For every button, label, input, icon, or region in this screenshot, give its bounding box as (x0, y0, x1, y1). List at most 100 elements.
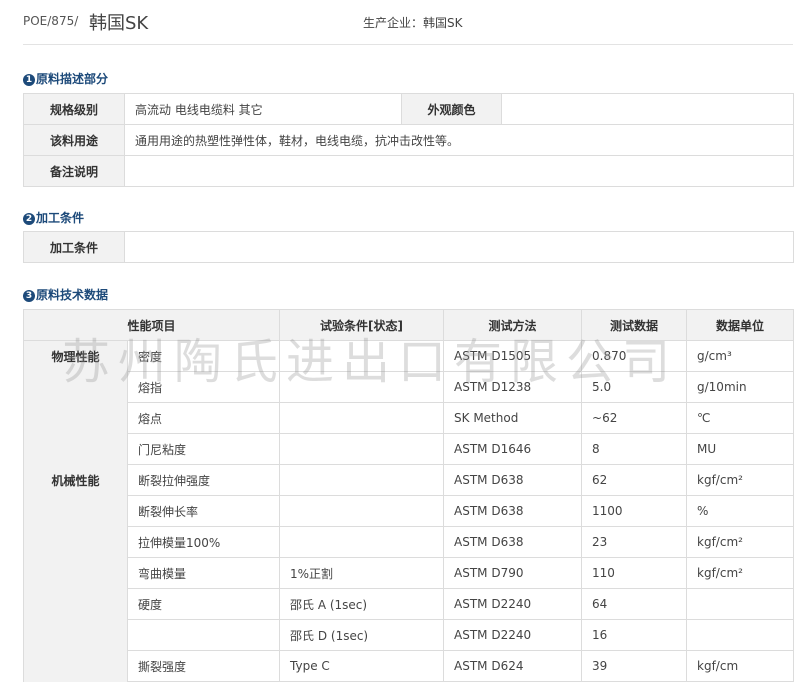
row-item-cell: 撕裂强度 (126, 650, 281, 682)
col-header-item: 性能项目 (22, 309, 281, 341)
row-unit-cell (686, 619, 795, 651)
processing-table: 加工条件 (23, 231, 794, 263)
row-group-cell: 物理性能 (23, 340, 128, 372)
note-value (124, 155, 794, 187)
row-condition-cell (279, 526, 445, 558)
table-row: 断裂伸长率 ASTM D638 1100% (23, 495, 795, 527)
col-header-data: 测试数据 (581, 309, 688, 341)
color-label: 外观颜色 (401, 93, 502, 125)
col-header-unit: 数据单位 (686, 309, 795, 341)
section-title-techdata: 3 原料技术数据 (23, 286, 108, 303)
row-method-cell: ASTM D638 (443, 464, 583, 496)
row-condition-cell (279, 495, 445, 527)
row-condition-cell: 邵氏 A (1sec) (279, 588, 445, 620)
row-item-cell: 门尼粘度 (126, 433, 281, 465)
row-condition-cell: Type C (279, 650, 445, 682)
color-value (501, 93, 794, 125)
row-data-cell: 64 (581, 588, 688, 620)
row-item-cell: 密度 (126, 340, 281, 372)
use-value: 通用用途的热塑性弹性体，鞋材，电线电缆，抗冲击改性等。 (124, 124, 794, 156)
product-code: POE/875/ (23, 14, 79, 28)
row-unit-cell: g/cm³ (686, 340, 795, 372)
row-unit-cell: kgf/cm² (686, 526, 795, 558)
row-unit-cell: g/10min (686, 371, 795, 403)
section-title-processing: 2 加工条件 (23, 209, 84, 226)
row-unit-cell: kgf/cm² (686, 464, 795, 496)
row-unit-cell: kgf/cm² (686, 557, 795, 589)
row-method-cell: ASTM D1646 (443, 433, 583, 465)
page-header: POE/875/ 韩国SK 生产企业：韩国SK (0, 0, 803, 45)
table-row: 硬度 邵氏 A (1sec) ASTM D2240 64 (23, 588, 795, 620)
row-item-cell: 熔指 (126, 371, 281, 403)
table-row: 邵氏 D (1sec) ASTM D2240 16 (23, 619, 795, 651)
row-group-cell (23, 495, 128, 527)
row-method-cell: ASTM D790 (443, 557, 583, 589)
row-group-cell (23, 588, 128, 620)
row-data-cell: 5.0 (581, 371, 688, 403)
table-row: 熔点 SK Method ~62 ℃ (23, 402, 795, 434)
row-unit-cell: % (686, 495, 795, 527)
row-group-cell (23, 371, 128, 403)
table-row: 撕裂强度 Type C ASTM D624 39 kgf/cm (23, 650, 795, 682)
row-condition-cell (279, 433, 445, 465)
row-data-cell: 0.870 (581, 340, 688, 372)
section-number-icon: 3 (23, 290, 35, 302)
row-data-cell: 16 (581, 619, 688, 651)
table-row: 熔指 ASTM D1238 5.0 g/10min (23, 371, 795, 403)
spec-label: 规格级别 (23, 93, 125, 125)
row-data-cell: 39 (581, 650, 688, 682)
row-data-cell: 1100 (581, 495, 688, 527)
table-row: 机械性能 断裂拉伸强度 ASTM D638 62 kgf/cm² (23, 464, 795, 496)
row-group-cell (23, 557, 128, 589)
row-item-cell: 断裂伸长率 (126, 495, 281, 527)
row-method-cell: SK Method (443, 402, 583, 434)
row-condition-cell (279, 371, 445, 403)
use-label: 该料用途 (23, 124, 125, 156)
row-unit-cell: MU (686, 433, 795, 465)
row-unit-cell: kgf/cm (686, 650, 795, 682)
row-item-cell: 拉伸模量100% (126, 526, 281, 558)
row-data-cell: 23 (581, 526, 688, 558)
col-header-condition: 试验条件[状态] (279, 309, 445, 341)
row-method-cell: ASTM D638 (443, 495, 583, 527)
row-method-cell: ASTM D2240 (443, 619, 583, 651)
row-group-cell (23, 650, 128, 682)
row-group-cell (23, 402, 128, 434)
note-label: 备注说明 (23, 155, 125, 187)
row-group-cell (23, 619, 128, 651)
section-title-text: 加工条件 (36, 211, 85, 225)
row-method-cell: ASTM D624 (443, 650, 583, 682)
section-number-icon: 2 (23, 213, 35, 225)
row-unit-cell (686, 588, 795, 620)
row-item-cell: 断裂拉伸强度 (126, 464, 281, 496)
row-data-cell: ~62 (581, 402, 688, 434)
table-row: 物理性能 密度 ASTM D1505 0.870 g/cm³ (23, 340, 795, 372)
processing-label: 加工条件 (23, 231, 125, 263)
row-condition-cell (279, 464, 445, 496)
producer-label: 生产企业：韩国SK (363, 16, 463, 30)
row-data-cell: 8 (581, 433, 688, 465)
row-group-cell (23, 433, 128, 465)
row-method-cell: ASTM D638 (443, 526, 583, 558)
processing-value (124, 231, 794, 263)
row-item-cell (126, 619, 281, 651)
section-number-icon: 1 (23, 74, 35, 86)
spec-value: 高流动 电线电缆料 其它 (124, 93, 402, 125)
table-row: 门尼粘度 ASTM D1646 8 MU (23, 433, 795, 465)
row-condition-cell: 邵氏 D (1sec) (279, 619, 445, 651)
table-row: 拉伸模量100% ASTM D638 23 kgf/cm² (23, 526, 795, 558)
table-row: 弯曲模量 1%正割 ASTM D790 110 kgf/cm² (23, 557, 795, 589)
row-method-cell: ASTM D1238 (443, 371, 583, 403)
header-divider (23, 44, 793, 45)
row-condition-cell: 1%正割 (279, 557, 445, 589)
row-item-cell: 弯曲模量 (126, 557, 281, 589)
brand-title: 韩国SK (89, 13, 149, 34)
row-item-cell: 硬度 (126, 588, 281, 620)
row-item-cell: 熔点 (126, 402, 281, 434)
row-method-cell: ASTM D1505 (443, 340, 583, 372)
section-title-description: 1 原料描述部分 (23, 70, 108, 87)
section-title-text: 原料描述部分 (36, 72, 109, 86)
row-condition-cell (279, 402, 445, 434)
tech-data-table: 性能项目 试验条件[状态] 测试方法 测试数据 数据单位 物理性能 密度 ASTM … (22, 309, 795, 682)
row-unit-cell: ℃ (686, 402, 795, 434)
